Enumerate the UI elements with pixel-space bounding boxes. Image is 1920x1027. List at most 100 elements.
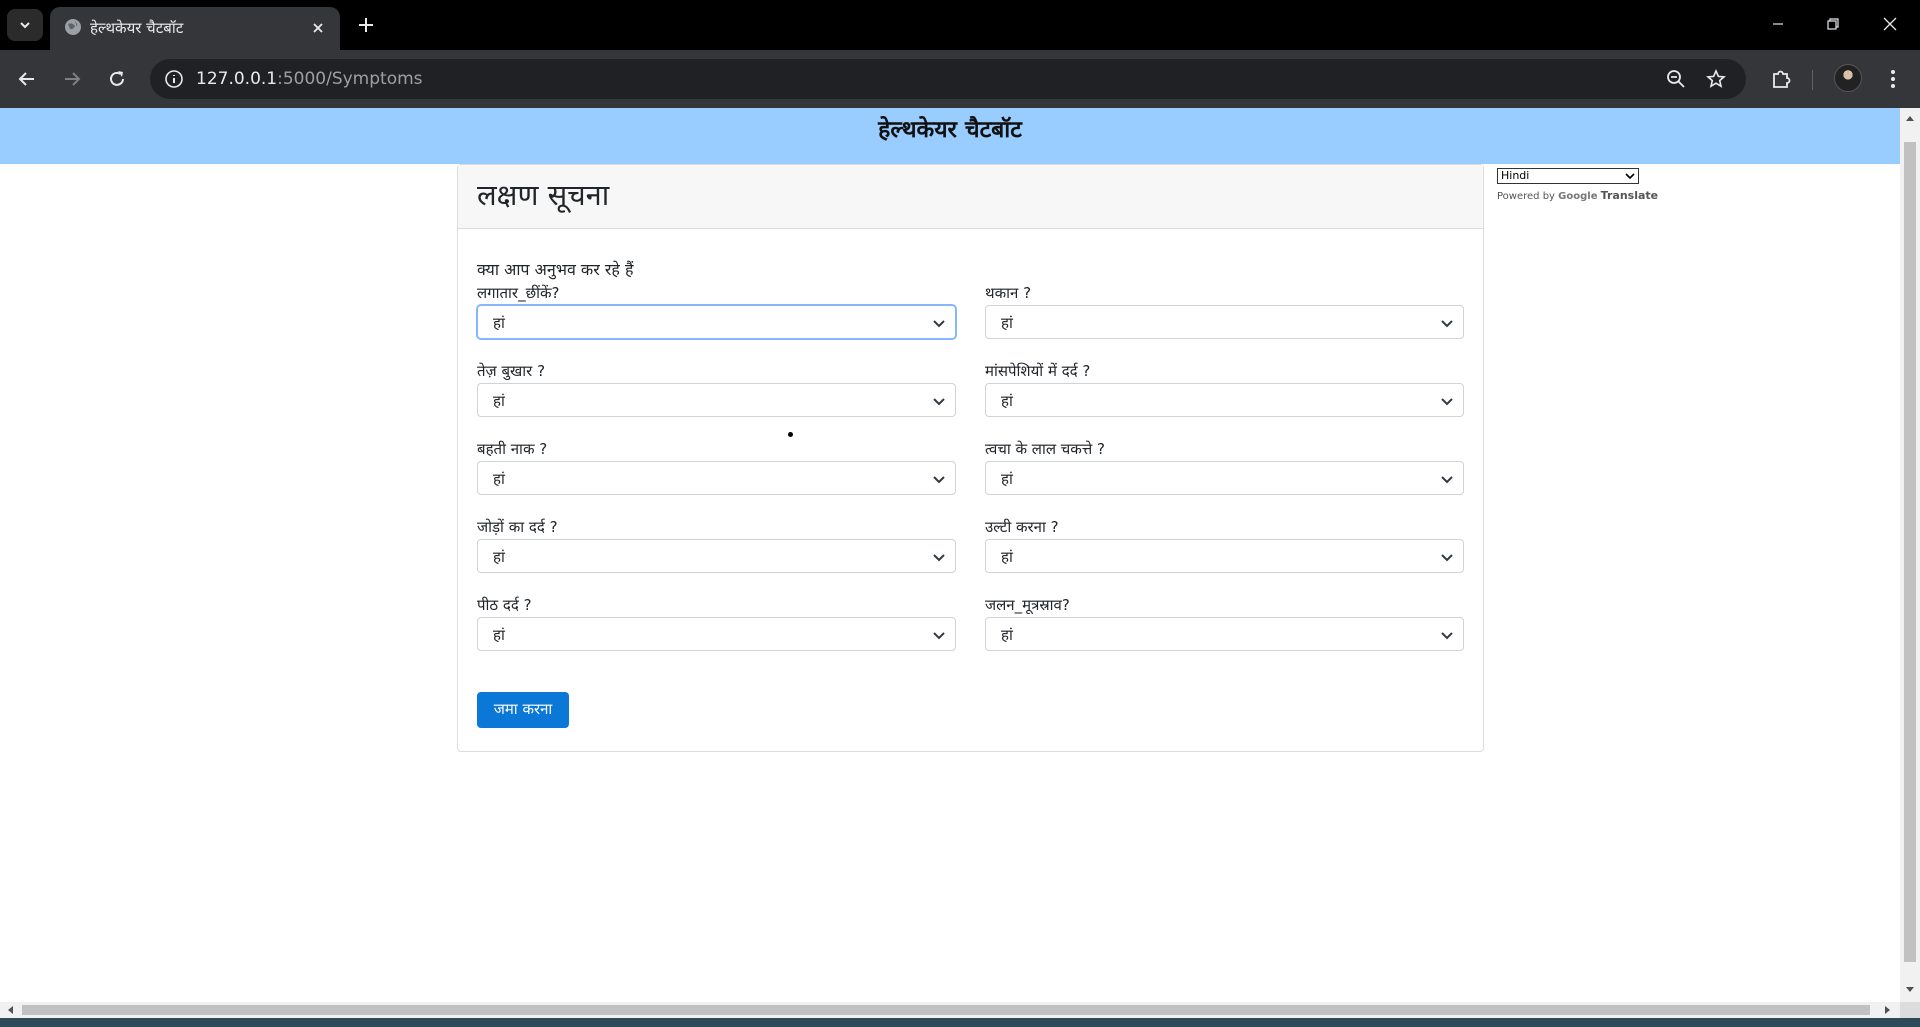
puzzle-icon (1773, 70, 1791, 88)
scroll-right-icon[interactable] (1884, 1005, 1892, 1015)
minimize-icon (1773, 23, 1783, 25)
symptom-select[interactable]: हां (477, 383, 956, 417)
close-icon (313, 23, 323, 33)
restore-button[interactable] (1811, 8, 1855, 40)
chevron-down-icon (1625, 173, 1635, 180)
address-bar[interactable]: 127.0.0.1:5000/Symptoms (150, 59, 1746, 99)
url-text[interactable]: 127.0.0.1:5000/Symptoms (196, 69, 423, 89)
language-value: Hindi (1501, 169, 1530, 182)
horizontal-scrollbar[interactable] (0, 1002, 1900, 1018)
forward-button[interactable] (54, 61, 90, 97)
symptom-select[interactable]: हां (985, 383, 1464, 417)
symptom-select[interactable]: हां (985, 305, 1464, 339)
select-value: हां (1001, 314, 1013, 332)
select-value: हां (1001, 626, 1013, 644)
page-header: हेल्थकेयर चैटबॉट (0, 108, 1900, 164)
field-label: थकान ? (985, 284, 1032, 302)
symptom-card: लक्षण सूचना क्या आप अनुभव कर रहे हैं लगा… (457, 164, 1484, 752)
select-value: हां (493, 626, 505, 644)
tab-search-button[interactable] (7, 9, 43, 41)
more-vert-icon (1891, 70, 1895, 88)
taskbar-edge (0, 1018, 1920, 1027)
zoom-out-icon (1667, 70, 1685, 88)
field-label: जोड़ों का दर्द ? (477, 518, 558, 536)
card-title: लक्षण सूचना (477, 178, 610, 212)
plus-icon (359, 18, 373, 32)
intro-text: क्या आप अनुभव कर रहे हैं (477, 260, 634, 279)
vertical-scroll-thumb[interactable] (1904, 142, 1916, 962)
profile-avatar[interactable] (1834, 64, 1862, 92)
field-label: लगातार_छींकें? (477, 284, 560, 302)
reload-icon (110, 71, 124, 86)
symptom-select[interactable]: हां (985, 617, 1464, 651)
symptom-select[interactable]: हां (985, 539, 1464, 573)
horizontal-scroll-thumb[interactable] (22, 1005, 1870, 1015)
card-header: लक्षण सूचना (458, 165, 1483, 229)
field-label: उल्टी करना ? (985, 518, 1059, 536)
field-label: त्वचा के लाल चकत्ते ? (985, 440, 1105, 458)
tab-title: हेल्थकेयर चैटबॉट (90, 19, 184, 37)
select-value: हां (1001, 392, 1013, 410)
scrollbar-corner (1900, 1002, 1920, 1018)
zoom-button[interactable] (1662, 65, 1690, 93)
select-value: हां (493, 392, 505, 410)
new-tab-button[interactable] (350, 9, 382, 41)
select-value: हां (493, 314, 505, 332)
page-viewport: हेल्थकेयर चैटबॉट लक्षण सूचना क्या आप अनु… (0, 108, 1900, 1002)
url-path: :5000/Symptoms (277, 69, 423, 89)
select-value: हां (493, 548, 505, 566)
chevron-down-icon (933, 632, 945, 640)
tab-close-button[interactable] (306, 16, 330, 40)
scroll-down-icon[interactable] (1905, 986, 1915, 994)
back-button[interactable] (9, 61, 45, 97)
field-label: बहती नाक ? (477, 440, 548, 458)
select-value: हां (1001, 470, 1013, 488)
symptom-select[interactable]: हां (985, 461, 1464, 495)
chevron-down-icon (933, 320, 945, 328)
tab-strip: हेल्थकेयर चैटबॉट (0, 0, 1920, 50)
symptom-select[interactable]: हां (477, 305, 956, 339)
vertical-scrollbar[interactable] (1900, 108, 1920, 1002)
active-tab[interactable]: हेल्थकेयर चैटबॉट (50, 7, 340, 50)
forward-arrow-icon (65, 72, 81, 86)
translate-attribution: Powered by Google Translate (1497, 189, 1658, 202)
bookmark-button[interactable] (1702, 65, 1730, 93)
chevron-down-icon (1441, 632, 1453, 640)
field-label: मांसपेशियों में दर्द ? (985, 362, 1091, 380)
google-logo: Google (1558, 191, 1598, 202)
toolbar-divider (1812, 70, 1813, 90)
field-label: पीठ दर्द ? (477, 596, 532, 614)
close-icon (1883, 17, 1897, 31)
info-icon (165, 70, 183, 88)
site-info-button[interactable] (160, 65, 188, 93)
restore-icon (1827, 18, 1839, 30)
chevron-down-icon (1441, 554, 1453, 562)
minimize-button[interactable] (1756, 8, 1800, 40)
browser-toolbar: 127.0.0.1:5000/Symptoms (0, 50, 1920, 108)
chevron-down-icon (20, 22, 30, 29)
symptom-select[interactable]: हां (477, 539, 956, 573)
globe-icon (65, 19, 81, 35)
scroll-up-icon[interactable] (1905, 114, 1915, 122)
submit-button[interactable]: जमा करना (477, 692, 569, 728)
mouse-cursor-dot (788, 432, 793, 437)
chevron-down-icon (933, 398, 945, 406)
close-window-button[interactable] (1868, 8, 1912, 40)
scroll-left-icon[interactable] (6, 1005, 14, 1015)
back-arrow-icon (18, 72, 34, 86)
star-icon (1706, 69, 1726, 88)
chevron-down-icon (933, 476, 945, 484)
symptom-select[interactable]: हां (477, 461, 956, 495)
reload-button[interactable] (99, 61, 135, 97)
language-select[interactable]: Hindi (1497, 168, 1639, 184)
select-value: हां (1001, 548, 1013, 566)
url-host: 127.0.0.1 (196, 69, 278, 89)
powered-by-text: Powered by (1497, 191, 1555, 202)
menu-button[interactable] (1875, 61, 1911, 97)
translate-link[interactable]: Translate (1601, 189, 1658, 202)
chevron-down-icon (1441, 320, 1453, 328)
field-label: तेज़ बुखार ? (477, 362, 546, 380)
extensions-button[interactable] (1763, 61, 1799, 97)
symptom-select[interactable]: हां (477, 617, 956, 651)
select-value: हां (493, 470, 505, 488)
